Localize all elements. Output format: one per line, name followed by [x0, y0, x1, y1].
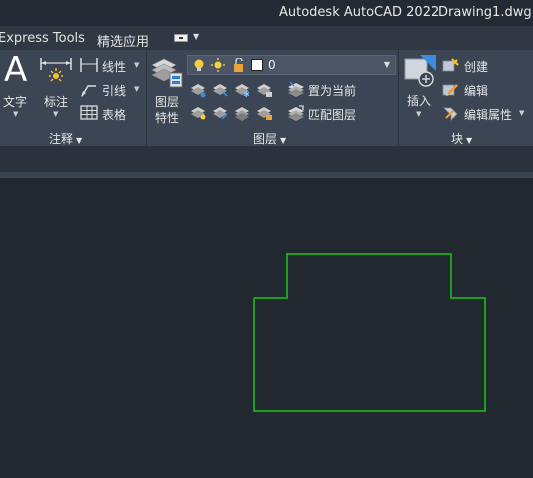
edit-block-button[interactable]: 编辑: [464, 82, 488, 99]
layers-panel-title-text: 图层: [253, 132, 278, 146]
set-current-button[interactable]: 置为当前: [308, 82, 356, 99]
chevron-down-icon: ▼: [193, 32, 200, 41]
svg-text:✱: ✱: [243, 90, 250, 98]
layer-on-icon: [191, 107, 206, 120]
create-block-button[interactable]: 创建: [464, 58, 488, 75]
chevron-down-icon: ▼: [280, 136, 287, 145]
app-title: Autodesk AutoCAD 2022: [279, 5, 440, 20]
document-title: Drawing1.dwg: [438, 5, 532, 20]
tab-featured-apps[interactable]: 精选应用: [97, 31, 149, 50]
chevron-down-icon[interactable]: ▼: [134, 85, 139, 93]
annotation-panel-title[interactable]: 注释 ▼: [49, 130, 82, 147]
tab-overflow-dropdown[interactable]: ▼: [174, 31, 202, 45]
layer-color-swatch: [251, 59, 263, 71]
layer-thaw-icon: [235, 107, 249, 121]
chevron-down-icon[interactable]: ▼: [53, 110, 58, 118]
layer-tools-row-2[interactable]: [190, 105, 290, 121]
ribbon-tab-bar: Express Tools 精选应用: [0, 26, 533, 50]
layer-state-icons: [194, 58, 243, 72]
title-bar: Autodesk AutoCAD 2022 Drawing1.dwg: [0, 0, 533, 26]
panel-separator: [146, 50, 147, 146]
insert-block-icon[interactable]: [402, 53, 438, 89]
set-current-icon[interactable]: [287, 80, 305, 98]
file-tab-strip: [0, 146, 533, 172]
layer-isolate-icon: [213, 84, 228, 97]
edit-attributes-button[interactable]: 编辑属性: [464, 106, 512, 123]
table-button-label[interactable]: 表格: [102, 106, 126, 123]
text-button-label[interactable]: 文字: [3, 93, 27, 110]
chevron-down-icon: ▼: [76, 136, 83, 145]
linear-button-label[interactable]: 线性: [102, 58, 126, 75]
block-panel-title-text: 块: [451, 132, 464, 146]
create-block-icon[interactable]: [442, 57, 460, 73]
text-icon[interactable]: A: [4, 52, 27, 88]
chevron-down-icon: ▼: [466, 136, 473, 145]
match-layer-icon[interactable]: [287, 104, 305, 122]
layer-dropdown[interactable]: 0 ▼: [187, 55, 396, 75]
panel-separator: [398, 50, 399, 146]
block-panel-title[interactable]: 块 ▼: [451, 130, 472, 147]
layer-properties-icon[interactable]: [150, 55, 184, 89]
dimension-icon[interactable]: [39, 56, 73, 86]
chevron-down-icon[interactable]: ▼: [13, 110, 18, 118]
current-layer-value: 0: [268, 58, 276, 72]
drawing-viewport[interactable]: [0, 178, 533, 478]
insert-button-label[interactable]: 插入: [407, 92, 431, 109]
chevron-down-icon[interactable]: ▼: [134, 61, 139, 69]
annotation-panel-title-text: 注释: [49, 132, 74, 146]
layer-properties-label[interactable]: 特性: [155, 109, 179, 126]
leader-button-label[interactable]: 引线: [102, 82, 126, 99]
leader-icon[interactable]: [80, 81, 98, 97]
layer-unlock-icon: [257, 107, 272, 120]
edit-attributes-icon[interactable]: [442, 105, 460, 121]
layer-unisolate-icon: [213, 107, 228, 120]
chevron-down-icon[interactable]: ▼: [519, 109, 524, 117]
drawn-polyline[interactable]: [253, 253, 486, 412]
layer-off-icon: [191, 84, 206, 98]
drawing-canvas[interactable]: [0, 178, 533, 478]
tab-express-tools[interactable]: Express Tools: [0, 31, 85, 46]
linear-dimension-icon[interactable]: [80, 57, 98, 73]
table-icon[interactable]: [80, 105, 98, 120]
layer-tools-row-1[interactable]: ✱: [190, 82, 290, 98]
workspace-icon: [174, 34, 188, 42]
chevron-down-icon[interactable]: ▼: [416, 110, 421, 118]
layer-freeze-icon: ✱: [235, 84, 250, 98]
layer-properties-label[interactable]: 图层: [155, 93, 179, 110]
layer-lock-icon: [257, 84, 272, 97]
layers-panel-title[interactable]: 图层 ▼: [253, 130, 286, 147]
dimension-button-label[interactable]: 标注: [44, 93, 68, 110]
chevron-down-icon: ▼: [383, 60, 390, 69]
edit-block-icon[interactable]: [442, 81, 460, 97]
match-layer-button[interactable]: 匹配图层: [308, 106, 356, 123]
